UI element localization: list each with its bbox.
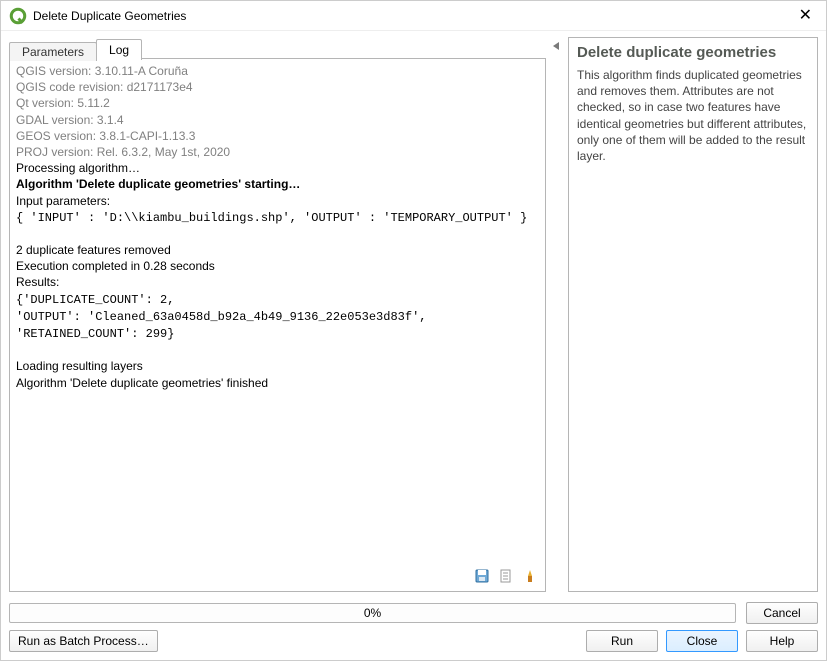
tab-bar: Parameters Log — [9, 37, 546, 59]
run-button[interactable]: Run — [586, 630, 658, 652]
progress-text: 0% — [364, 606, 381, 620]
log-line: Loading resulting layers — [16, 359, 143, 373]
log-line: Input parameters: — [16, 194, 110, 208]
log-line: Results: — [16, 275, 59, 289]
title-bar: Delete Duplicate Geometries ✕ — [1, 1, 826, 31]
progress-bar: 0% — [9, 603, 736, 623]
log-line: QGIS code revision: d2171173e4 — [16, 80, 193, 94]
splitter[interactable] — [552, 37, 562, 592]
window-close-button[interactable]: ✕ — [793, 6, 818, 26]
main-row: Parameters Log QGIS version: 3.10.11-A C… — [9, 37, 818, 592]
log-line: Qt version: 5.11.2 — [16, 96, 110, 110]
qgis-logo-icon — [9, 7, 27, 25]
log-line: Execution completed in 0.28 seconds — [16, 259, 215, 273]
tab-log[interactable]: Log — [96, 39, 142, 60]
log-line-results: {'DUPLICATE_COUNT': 2, — [16, 293, 174, 307]
log-line: 2 duplicate features removed — [16, 243, 171, 257]
save-log-icon[interactable] — [473, 567, 491, 585]
tab-parameters[interactable]: Parameters — [9, 42, 97, 61]
log-line-input-params: { 'INPUT' : 'D:\\kiambu_buildings.shp', … — [16, 211, 527, 225]
log-toolbar — [10, 563, 545, 591]
dialog-window: Delete Duplicate Geometries ✕ Parameters… — [0, 0, 827, 661]
window-title: Delete Duplicate Geometries — [33, 9, 793, 23]
log-line-alg-start: Algorithm 'Delete duplicate geometries' … — [16, 177, 300, 191]
progress-row: 0% Cancel — [9, 602, 818, 624]
log-output[interactable]: QGIS version: 3.10.11-A Coruña QGIS code… — [10, 59, 545, 563]
close-button[interactable]: Close — [666, 630, 738, 652]
log-line: Processing algorithm… — [16, 161, 140, 175]
help-button[interactable]: Help — [746, 630, 818, 652]
log-panel: QGIS version: 3.10.11-A Coruña QGIS code… — [9, 58, 546, 592]
bottom-button-row: Run as Batch Process… Run Close Help — [9, 630, 818, 652]
log-line-results: 'OUTPUT': 'Cleaned_63a0458d_b92a_4b49_91… — [16, 310, 426, 324]
run-batch-button[interactable]: Run as Batch Process… — [9, 630, 158, 652]
copy-log-icon[interactable] — [497, 567, 515, 585]
log-line: GDAL version: 3.1.4 — [16, 113, 124, 127]
log-line: PROJ version: Rel. 6.3.2, May 1st, 2020 — [16, 145, 230, 159]
splitter-handle-icon — [553, 41, 561, 51]
left-column: Parameters Log QGIS version: 3.10.11-A C… — [9, 37, 546, 592]
help-title: Delete duplicate geometries — [577, 44, 809, 61]
help-body: This algorithm finds duplicated geometri… — [577, 67, 809, 164]
dialog-body: Parameters Log QGIS version: 3.10.11-A C… — [1, 31, 826, 660]
help-panel: Delete duplicate geometries This algorit… — [568, 37, 818, 592]
log-line: Algorithm 'Delete duplicate geometries' … — [16, 376, 268, 390]
cancel-button[interactable]: Cancel — [746, 602, 818, 624]
clear-log-icon[interactable] — [521, 567, 539, 585]
log-line-results: 'RETAINED_COUNT': 299} — [16, 327, 174, 341]
log-line: GEOS version: 3.8.1-CAPI-1.13.3 — [16, 129, 195, 143]
log-line: QGIS version: 3.10.11-A Coruña — [16, 64, 188, 78]
